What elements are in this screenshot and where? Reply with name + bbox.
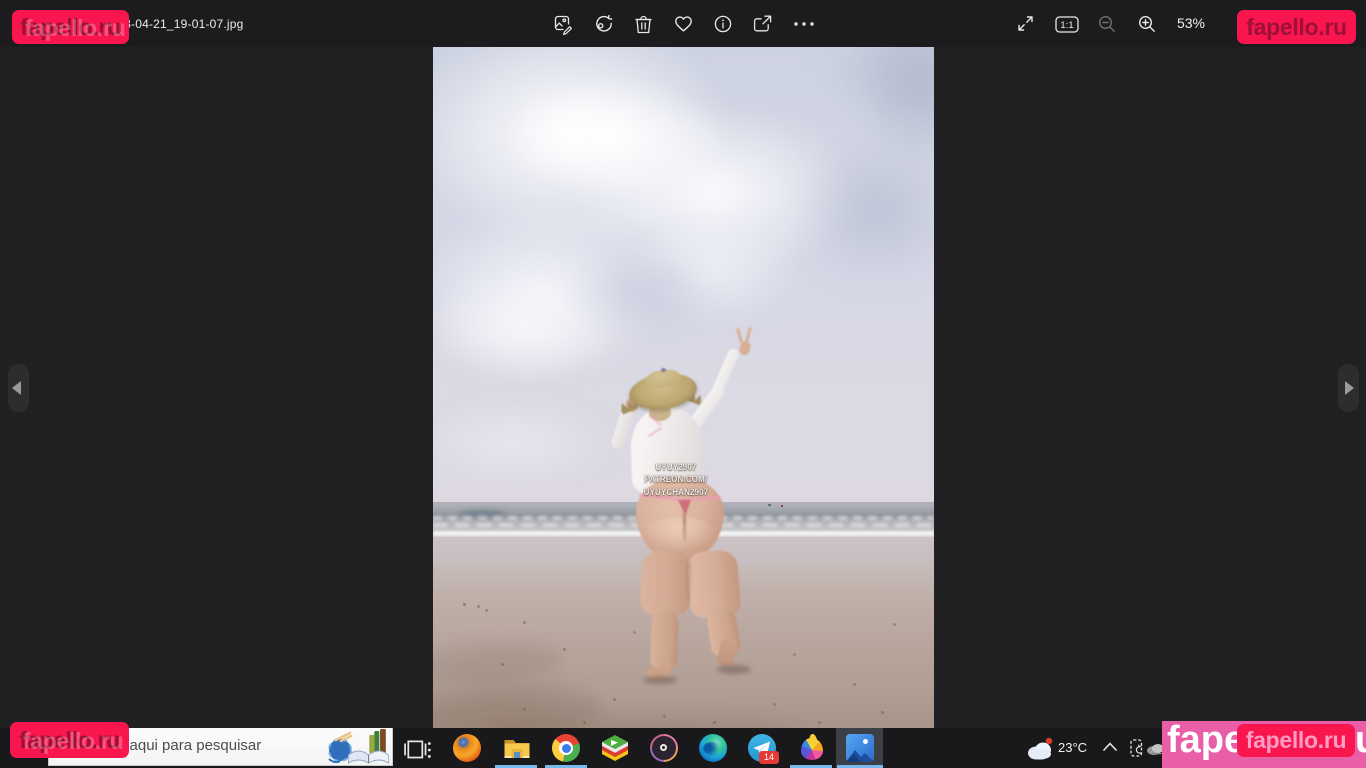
svg-text:1:1: 1:1 xyxy=(1060,20,1073,31)
